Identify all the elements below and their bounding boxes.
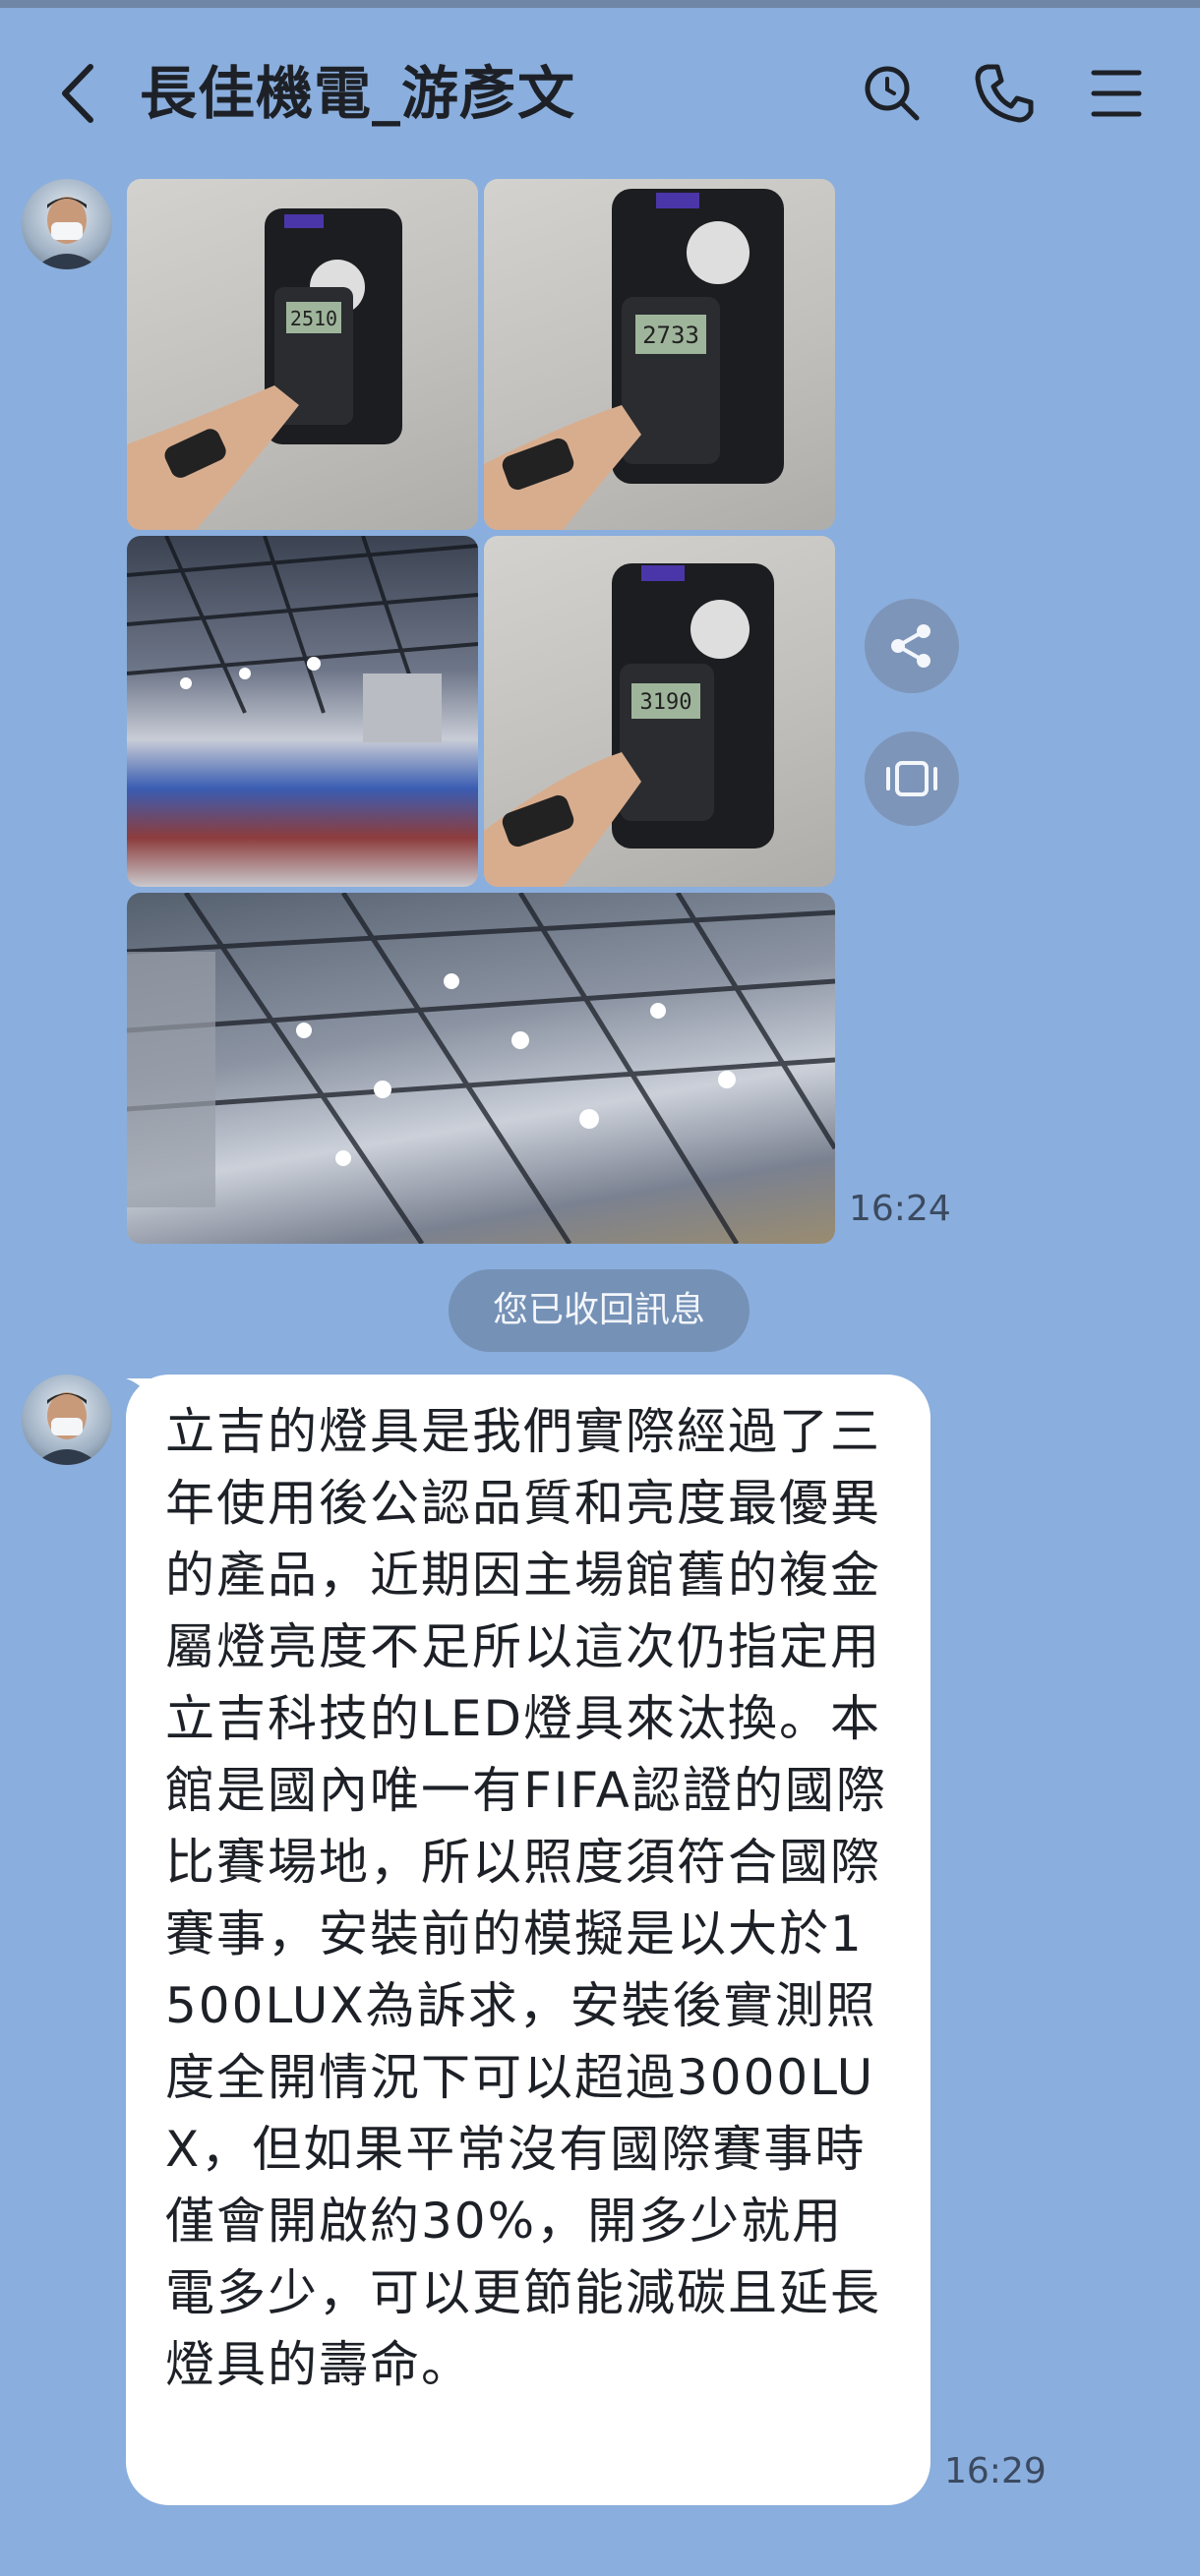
avatar-image: [33, 1392, 100, 1465]
photo-content: 2510: [127, 208, 402, 530]
sender-avatar[interactable]: [22, 179, 112, 269]
svg-text:3190: 3190: [640, 690, 692, 715]
text-message-timestamp: 16:29: [944, 2451, 1047, 2491]
slideshow-button[interactable]: [865, 732, 959, 826]
svg-text:2733: 2733: [642, 322, 699, 349]
avatar-image: [33, 197, 100, 269]
recalled-message-notice: 您已收回訊息: [449, 1269, 750, 1352]
menu-button[interactable]: [1082, 59, 1151, 128]
share-icon: [891, 624, 930, 668]
search-icon: [865, 66, 920, 121]
call-button[interactable]: [970, 59, 1039, 128]
share-button[interactable]: [865, 599, 959, 693]
chat-title: 長佳機電_游彥文: [140, 60, 576, 127]
back-icon: [62, 64, 93, 123]
photo-lux-meter-1[interactable]: 2510: [127, 179, 478, 530]
phone-icon: [975, 64, 1034, 123]
photo-content: [127, 893, 835, 1244]
photo-content: 2733: [484, 189, 784, 530]
chat-header: 長佳機電_游彥文: [0, 8, 1200, 165]
photo-arena-roof[interactable]: [127, 893, 835, 1244]
slideshow-icon: [886, 761, 937, 796]
search-button[interactable]: [858, 59, 927, 128]
album-timestamp: 16:24: [849, 1189, 951, 1229]
photo-content: 3190: [484, 563, 774, 887]
text-message-content: 立吉的燈具是我們實際經過了三年使用後公認品質和亮度最優異的產品，近期因主場館舊的…: [165, 1403, 887, 2393]
photo-content: [127, 536, 478, 742]
photo-lux-meter-3[interactable]: 3190: [484, 536, 835, 887]
photo-arena-seats[interactable]: [127, 536, 478, 887]
back-button[interactable]: [57, 59, 100, 128]
menu-icon: [1091, 70, 1142, 117]
status-strip: [0, 0, 1200, 8]
sender-avatar[interactable]: [22, 1375, 112, 1465]
photo-lux-meter-2[interactable]: 2733: [484, 179, 835, 530]
svg-text:2510: 2510: [290, 307, 337, 330]
